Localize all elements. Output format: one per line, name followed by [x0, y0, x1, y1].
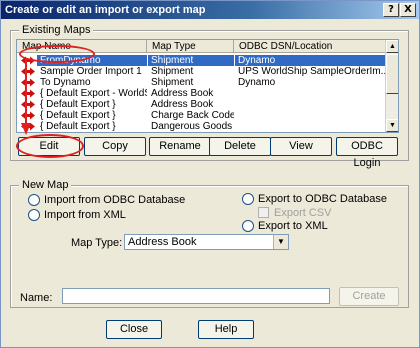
cell-map-type: Shipment	[151, 77, 194, 88]
table-row[interactable]: Sample Order Import 1 Shipment UPS WorldSh…	[17, 66, 387, 77]
cell-odbc-location: UPS WorldShip SampleOrderIm...	[238, 66, 387, 77]
close-button[interactable]: Close	[106, 320, 162, 339]
window-title: Create or edit an import or export map	[5, 4, 206, 16]
cell-odbc-location: Dynamo	[238, 77, 276, 88]
map-type-select[interactable]: Address Book ▼	[124, 234, 289, 250]
new-map-legend: New Map	[19, 179, 72, 191]
column-odbc-location[interactable]: ODBC DSN/Location	[234, 40, 387, 53]
help-button[interactable]: Help	[198, 320, 254, 339]
delete-button[interactable]: Delete	[209, 137, 271, 156]
copy-button[interactable]: Copy	[84, 137, 146, 156]
title-bar: Create or edit an import or export map ?…	[1, 1, 419, 19]
cell-odbc-location	[235, 110, 387, 121]
cell-map-type: Address Book	[151, 99, 214, 110]
table-row[interactable]: { Default Export - WorldShip }Address Bo…	[17, 88, 387, 99]
close-title-button[interactable]: X	[400, 3, 416, 17]
annotation-arrow-icon	[21, 59, 31, 135]
import-odbc-label: Import from ODBC Database	[44, 194, 186, 206]
create-button[interactable]: Create	[339, 287, 399, 306]
chevron-down-icon[interactable]: ▼	[273, 235, 288, 249]
scroll-up-icon[interactable]: ▲	[386, 40, 398, 53]
table-row[interactable]: { Default Export } Dangerous Goods	[17, 121, 387, 132]
export-xml-label: Export to XML	[258, 220, 328, 232]
map-type-value: Address Book	[128, 236, 197, 248]
export-xml-radio[interactable]	[242, 220, 254, 232]
odbc-login-button[interactable]: ODBC Login	[336, 137, 398, 169]
table-row[interactable]: To Dynamo Shipment Dynamo	[17, 77, 387, 88]
export-odbc-label: Export to ODBC Database	[258, 193, 388, 205]
import-xml-radio[interactable]	[28, 209, 40, 221]
cell-map-type: Shipment	[151, 66, 194, 77]
cell-odbc-location	[235, 88, 387, 99]
rename-button[interactable]: Rename	[149, 137, 211, 156]
table-row[interactable]: { Default Export } Charge Back Code	[17, 110, 387, 121]
cell-map-type: Address Book	[151, 88, 214, 99]
existing-maps-legend: Existing Maps	[19, 24, 94, 36]
view-button[interactable]: View	[270, 137, 332, 156]
column-map-type[interactable]: Map Type	[147, 40, 234, 53]
import-odbc-radio[interactable]	[28, 194, 40, 206]
name-label: Name:	[20, 292, 53, 304]
cell-odbc-location: Dynamo	[235, 55, 387, 66]
import-xml-label: Import from XML	[44, 209, 126, 221]
export-csv-label: Export CSV	[274, 207, 332, 219]
cell-odbc-location	[235, 121, 387, 132]
export-csv-checkbox[interactable]	[258, 207, 269, 218]
cell-map-type: Dangerous Goods	[151, 121, 233, 132]
cell-odbc-location	[235, 99, 387, 110]
table-row[interactable]: { Default Export } Address Book	[17, 99, 387, 110]
export-odbc-radio[interactable]	[242, 193, 254, 205]
cell-map-type: Charge Back Code	[151, 110, 234, 121]
name-input[interactable]	[62, 288, 330, 304]
help-title-button[interactable]: ?	[383, 3, 399, 17]
listview-scrollbar[interactable]: ▲ ▼	[385, 40, 398, 132]
dialog-window: Create or edit an import or export map ?…	[0, 0, 420, 348]
scroll-thumb[interactable]	[386, 54, 398, 94]
scroll-down-icon[interactable]: ▼	[386, 119, 398, 132]
cell-map-type: Shipment	[148, 55, 234, 66]
map-type-label: Map Type:	[71, 237, 123, 249]
